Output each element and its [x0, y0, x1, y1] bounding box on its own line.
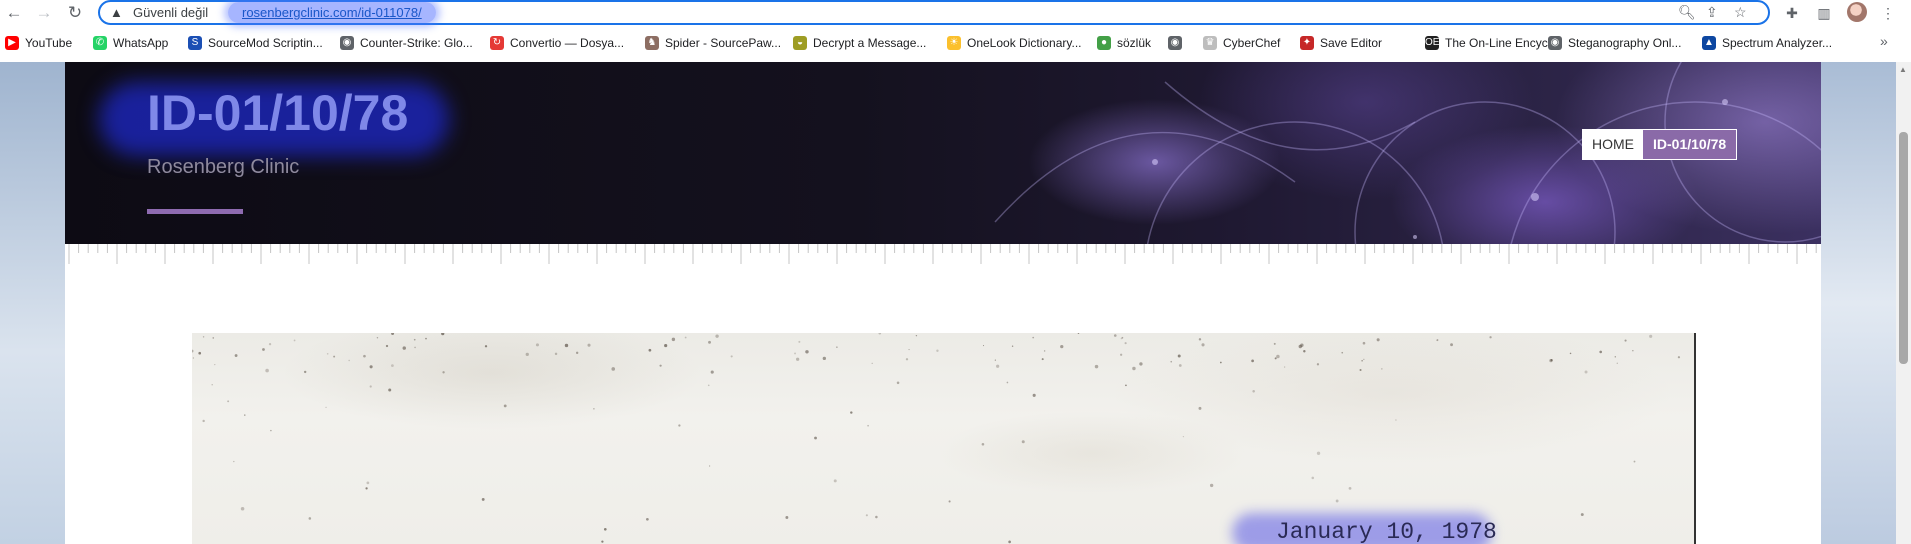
scrollbar-thumb[interactable]	[1899, 132, 1908, 364]
bookmark-label: SourceMod Scriptin...	[208, 36, 323, 50]
bookmark-item[interactable]: ◉ Steganography Onl...	[1548, 35, 1681, 51]
bookmark-item[interactable]: ▲ Spectrum Analyzer...	[1702, 35, 1832, 51]
bookmark-label: CyberChef	[1223, 36, 1281, 50]
bookmark-item[interactable]: ↻ Convertio — Dosya...	[490, 35, 624, 51]
bookmark-label: Save Editor	[1320, 36, 1383, 50]
ruler-ticks	[68, 244, 1817, 264]
bookmark-favicon-icon: ◉	[340, 36, 354, 50]
bookmark-item[interactable]: ● sözlük	[1097, 35, 1151, 51]
bookmark-favicon-icon: ▲	[1702, 36, 1716, 50]
bookmark-favicon-icon: S	[188, 36, 202, 50]
side-panel-button[interactable]: ▥	[1813, 2, 1835, 24]
page-content: January 10, 1978	[65, 268, 1821, 544]
bookmark-star-icon[interactable]: ☆	[1734, 4, 1747, 21]
bookmark-favicon-icon: ◉	[1548, 36, 1562, 50]
bookmark-favicon-icon: ☀	[947, 36, 961, 50]
bookmark-label: The On-Line Encycl...	[1445, 36, 1561, 50]
bookmarks-overflow-icon[interactable]: »	[1880, 33, 1888, 49]
bookmark-item[interactable]: ◉ Counter-Strike: Glo...	[340, 35, 473, 51]
bookmark-label: Spider - SourcePaw...	[665, 36, 782, 50]
arrow-left-icon: ←	[5, 3, 23, 22]
bookmark-label: Decrypt a Message...	[813, 36, 927, 50]
site-subtitle: Rosenberg Clinic	[147, 156, 300, 178]
address-bar[interactable]: ▲ Güvenli değil rosenbergclinic.com/id-0…	[98, 0, 1770, 25]
bookmark-favicon-icon: ◒	[793, 36, 807, 50]
bookmark-label: YouTube	[25, 36, 73, 50]
ruler-divider	[65, 244, 1821, 268]
bookmark-item[interactable]: S SourceMod Scriptin...	[188, 35, 323, 51]
page-background-right	[1821, 62, 1896, 544]
bookmark-favicon-icon: ●	[1097, 36, 1111, 50]
bookmark-item[interactable]: ▶ YouTube	[5, 35, 72, 51]
reload-icon: ↻	[67, 3, 83, 22]
title-underline-divider	[147, 209, 243, 214]
breadcrumb: HOME ID-01/10/78	[1582, 129, 1738, 160]
puzzle-icon: ✚	[1786, 4, 1798, 21]
browser-toolbar: ← → ↻ ▲ Güvenli değil rosenbergclinic.co…	[0, 0, 1911, 25]
bookmark-favicon-icon: ▶	[5, 36, 19, 50]
zoom-icon[interactable]: 🔍︎	[1678, 4, 1696, 21]
bookmark-item[interactable]: ✆ WhatsApp	[93, 35, 168, 51]
site-header: ID-01/10/78 Rosenberg Clinic HOME ID-01/…	[65, 62, 1821, 244]
bookmark-label: OneLook Dictionary...	[967, 36, 1082, 50]
reload-button[interactable]: ↻	[64, 2, 86, 24]
bookmark-label: Steganography Onl...	[1568, 36, 1682, 50]
profile-avatar[interactable]	[1847, 2, 1867, 22]
scroll-up-arrow-icon[interactable]: ▲	[1899, 65, 1907, 74]
bookmark-label: WhatsApp	[113, 36, 169, 50]
bookmark-item[interactable]: ◒ Decrypt a Message...	[793, 35, 926, 51]
bookmark-item[interactable]: OE The On-Line Encycl...	[1425, 35, 1560, 51]
site-title[interactable]: ID-01/10/78	[147, 84, 408, 142]
bookmark-favicon-icon: OE	[1425, 36, 1440, 50]
bookmark-favicon-icon: ↻	[490, 36, 504, 50]
browser-menu-button[interactable]: ⋮	[1877, 2, 1899, 24]
bookmark-favicon-icon: ♞	[645, 36, 659, 50]
warning-triangle-icon[interactable]: ▲	[110, 5, 123, 20]
bookmark-item[interactable]: ♛ CyberChef	[1203, 35, 1280, 51]
bookmark-favicon-icon: ✆	[93, 36, 107, 50]
bookmark-label: Counter-Strike: Glo...	[360, 36, 473, 50]
browser-chrome: ← → ↻ ▲ Güvenli değil rosenbergclinic.co…	[0, 0, 1911, 63]
url-text[interactable]: rosenbergclinic.com/id-011078/	[228, 2, 436, 23]
share-icon[interactable]: ⇪	[1706, 4, 1718, 21]
bookmark-label: sözlük	[1117, 36, 1152, 50]
bookmark-item[interactable]: ✦ Save Editor	[1300, 35, 1382, 51]
arrow-right-icon: →	[35, 3, 53, 22]
breadcrumb-current: ID-01/10/78	[1643, 130, 1737, 159]
bookmark-favicon-icon: ♛	[1203, 36, 1217, 50]
page-scrollbar[interactable]: ▲	[1896, 62, 1911, 544]
kebab-menu-icon: ⋮	[1881, 4, 1895, 21]
page-background-left	[0, 62, 65, 544]
document-date: January 10, 1978	[1276, 519, 1497, 544]
security-status-label[interactable]: Güvenli değil	[133, 5, 208, 20]
scanned-document: January 10, 1978	[192, 333, 1696, 544]
bookmark-label: Convertio — Dosya...	[510, 36, 625, 50]
back-button[interactable]: ←	[3, 2, 25, 24]
bookmark-favicon-icon: ✦	[1300, 36, 1314, 50]
bookmark-item[interactable]: ☀ OneLook Dictionary...	[947, 35, 1082, 51]
side-panel-icon: ▥	[1817, 4, 1831, 21]
page-viewport: ID-01/10/78 Rosenberg Clinic HOME ID-01/…	[0, 62, 1896, 544]
breadcrumb-home-link[interactable]: HOME	[1583, 130, 1643, 159]
extensions-button[interactable]: ✚	[1781, 2, 1803, 24]
bookmark-favicon-icon: ◉	[1168, 36, 1182, 50]
bookmarks-bar: ▶ YouTube ✆ WhatsApp S SourceMod Scriptin... ◉…	[0, 31, 1911, 55]
bookmark-label: Spectrum Analyzer...	[1722, 36, 1833, 50]
bookmark-item[interactable]: ◉	[1168, 35, 1188, 51]
forward-button[interactable]: →	[33, 2, 55, 24]
bookmark-item[interactable]: ♞ Spider - SourcePaw...	[645, 35, 781, 51]
